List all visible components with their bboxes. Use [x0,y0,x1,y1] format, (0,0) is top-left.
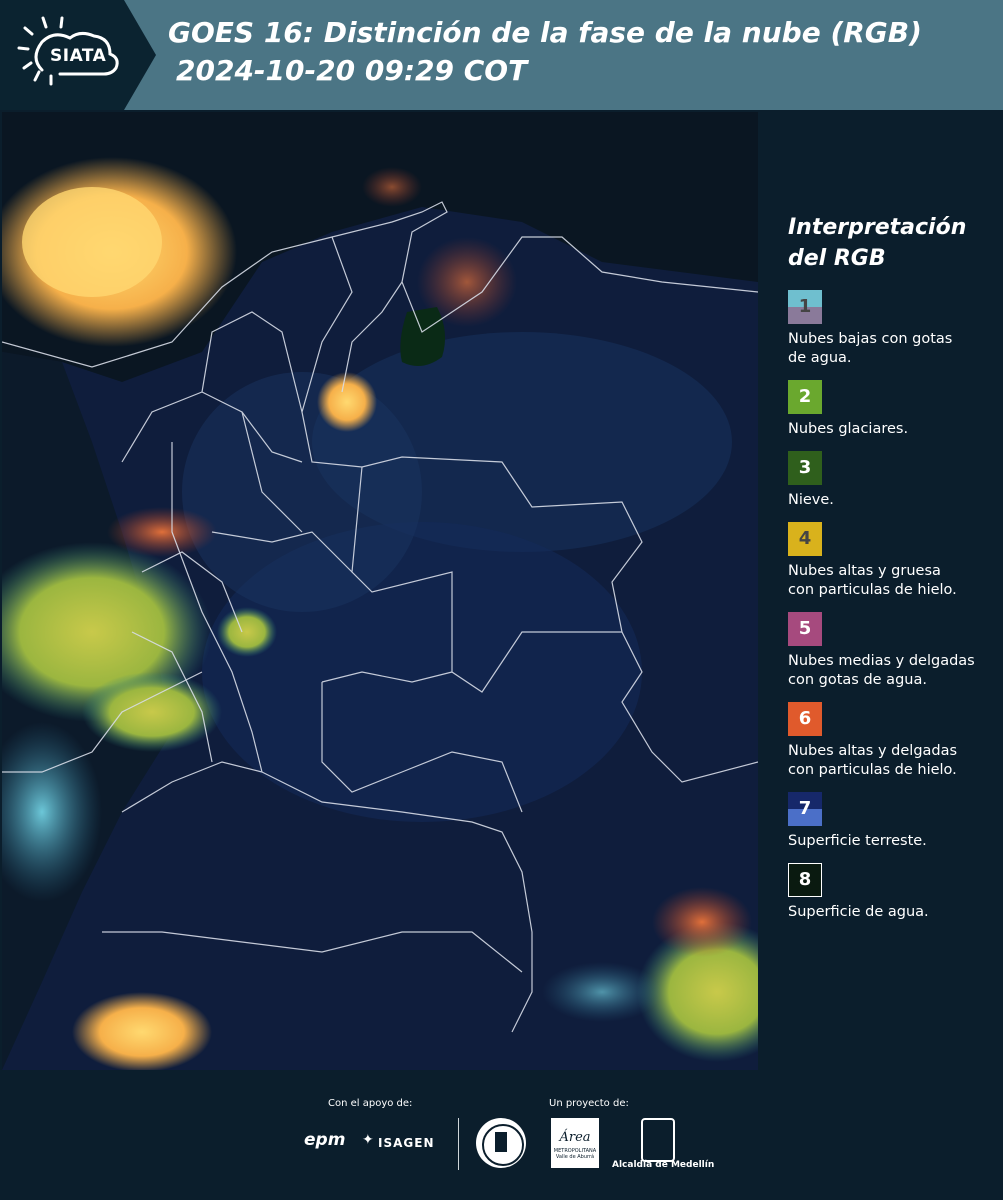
legend-item: 3 Nieve. [788,451,1003,510]
legend-label: Nubes bajas con gotas de agua. [788,330,1003,368]
legend-label: Nubes glaciares. [788,420,1003,439]
legend-label: Superficie de agua. [788,903,1003,922]
legend-label-line: de agua. [788,350,852,366]
legend-item: 7 Superficie terreste. [788,792,1003,851]
area-logo-sub2: Valle de Aburrá [555,1154,595,1160]
legend: Interpretación del RGB 1 Nubes bajas con … [788,212,1003,934]
legend-item: 2 Nubes glaciares. [788,380,1003,439]
title-line-1: GOES 16: Distinción de la fase de la nub… [168,16,922,49]
legend-label-line: Nubes bajas con gotas [788,331,953,347]
legend-label-line: Nubes altas y delgadas [788,743,958,759]
legend-number: 5 [798,618,812,639]
legend-label-line: con particulas de hielo. [788,762,957,778]
legend-swatch: 1 [788,290,822,324]
footer: Con el apoyo de: Un proyecto de: epm ISA… [0,1072,1003,1200]
siata-logo-text: SIATA [50,46,107,66]
legend-item: 8 Superficie de agua. [788,863,1003,922]
legend-label: Nubes altas y delgadas con particulas de … [788,742,1003,780]
satellite-image [2,112,758,1070]
alcaldia-label: Alcaldía de Medellín [612,1160,715,1170]
legend-label-line: Nieve. [788,492,834,508]
project-label: Un proyecto de: [549,1098,629,1109]
legend-number: 1 [798,296,812,317]
page-title: GOES 16: Distinción de la fase de la nub… [168,14,922,90]
legend-swatch: 2 [788,380,822,414]
legend-swatch: 7 [788,792,822,826]
legend-swatch: 3 [788,451,822,485]
alcaldia-shield-icon [641,1118,675,1162]
legend-number: 6 [798,708,812,729]
legend-number: 3 [798,457,812,478]
header-bar: SIATA GOES 16: Distinción de la fase de … [0,0,1003,110]
legend-label-line: con particulas de hielo. [788,582,957,598]
isagen-icon: ✦ [362,1132,374,1148]
area-metropolitana-logo: Área METROPOLITANA Valle de Aburrá [551,1118,599,1168]
legend-item: 4 Nubes altas y gruesa con particulas de h… [788,522,1003,600]
legend-label: Nubes altas y gruesa con particulas de hi… [788,562,1003,600]
title-line-2: 2024-10-20 09:29 COT [176,54,528,87]
support-label: Con el apoyo de: [328,1098,413,1109]
legend-label-line: Nubes altas y gruesa [788,563,941,579]
satellite-map [2,112,758,1070]
legend-item: 5 Nubes medias y delgadas con gotas de agu… [788,612,1003,690]
legend-label-line: Superficie terreste. [788,833,927,849]
isagen-logo: ISAGEN [378,1136,435,1150]
legend-number: 8 [798,869,812,890]
epm-logo: epm [304,1130,346,1150]
area-logo-text: Área [559,1130,591,1145]
siata-logo: SIATA [0,0,158,110]
legend-item: 6 Nubes altas y delgadas con particulas de… [788,702,1003,780]
legend-number: 4 [798,528,812,549]
legend-items: 1 Nubes bajas con gotas de agua. 2 Nubes gla… [788,290,1003,922]
legend-label-line: Nubes medias y delgadas [788,653,975,669]
legend-swatch: 6 [788,702,822,736]
legend-swatch: 4 [788,522,822,556]
legend-swatch: 8 [788,863,822,897]
seal-icon [476,1118,526,1168]
legend-title-line-2: del RGB [788,246,886,271]
legend-label: Superficie terreste. [788,832,1003,851]
legend-label-line: Nubes glaciares. [788,421,909,437]
footer-divider [458,1118,459,1170]
legend-number: 7 [798,798,812,819]
legend-title-line-1: Interpretación [788,215,967,240]
legend-swatch: 5 [788,612,822,646]
legend-label-line: con gotas de agua. [788,672,927,688]
legend-label: Nubes medias y delgadas con gotas de agua… [788,652,1003,690]
legend-title: Interpretación del RGB [788,212,1003,274]
legend-label: Nieve. [788,491,1003,510]
legend-number: 2 [798,386,812,407]
legend-item: 1 Nubes bajas con gotas de agua. [788,290,1003,368]
legend-label-line: Superficie de agua. [788,904,929,920]
